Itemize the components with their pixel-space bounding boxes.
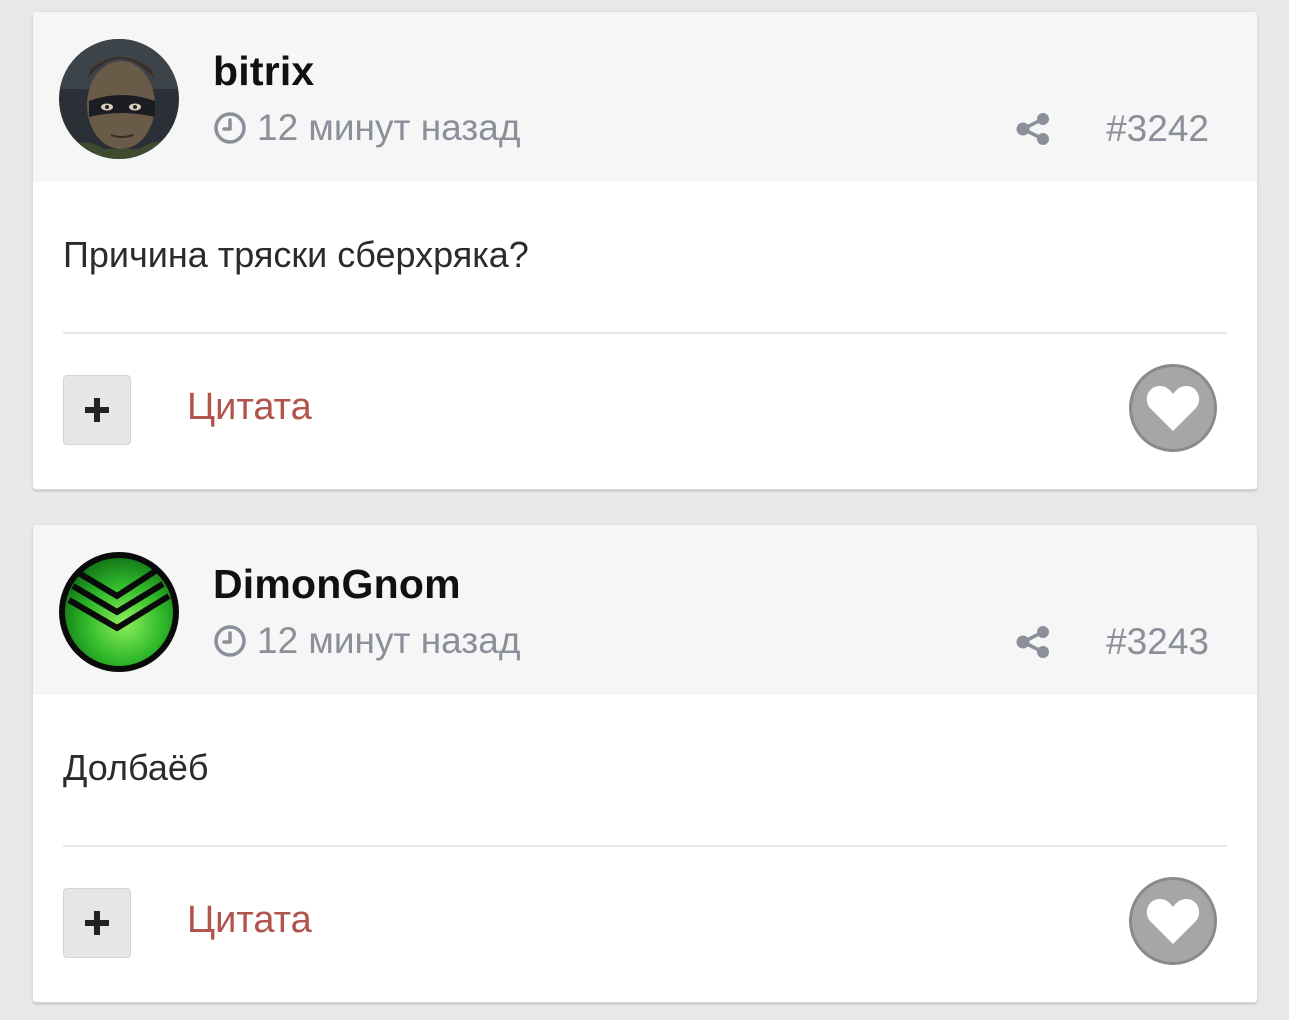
heart-icon — [1146, 898, 1200, 944]
like-button[interactable] — [1129, 364, 1217, 452]
post-time-text: 12 минут назад — [257, 107, 521, 148]
author-name[interactable]: DimonGnom — [213, 561, 461, 608]
post-time-text: 12 минут назад — [257, 620, 521, 661]
sberbank-logo-avatar-image — [59, 552, 179, 672]
post-footer: Цитата — [33, 334, 1257, 489]
quote-link[interactable]: Цитата — [187, 899, 312, 942]
plus-icon — [85, 398, 109, 422]
post-number-link[interactable]: #3243 — [1106, 621, 1209, 663]
post-time: 12 минут назад — [213, 620, 521, 661]
multiquote-button[interactable] — [63, 375, 131, 445]
post-header: bitrix 12 минут назад #3242 — [33, 12, 1257, 182]
avatar[interactable] — [59, 39, 179, 159]
share-icon[interactable] — [1015, 624, 1051, 660]
avatar[interactable] — [59, 552, 179, 672]
like-button[interactable] — [1129, 877, 1217, 965]
heart-icon — [1146, 385, 1200, 431]
clock-icon — [214, 112, 246, 144]
post-card: DimonGnom 12 минут назад #3243 Долбаёб Ц… — [33, 525, 1257, 1002]
post-number-link[interactable]: #3242 — [1106, 108, 1209, 150]
post-content: Долбаёб — [33, 695, 1257, 847]
post-text: Причина тряски сберхряка? — [63, 234, 529, 275]
plus-icon — [85, 911, 109, 935]
post-header: DimonGnom 12 минут назад #3243 — [33, 525, 1257, 695]
quote-link[interactable]: Цитата — [187, 386, 312, 429]
post-text: Долбаёб — [63, 747, 209, 788]
author-name[interactable]: bitrix — [213, 48, 314, 95]
multiquote-button[interactable] — [63, 888, 131, 958]
post-footer: Цитата — [33, 847, 1257, 1002]
share-icon[interactable] — [1015, 111, 1051, 147]
portrait-avatar-image — [59, 39, 179, 159]
post-card: bitrix 12 минут назад #3242 Причина тряс… — [33, 12, 1257, 489]
post-content: Причина тряски сберхряка? — [33, 182, 1257, 334]
clock-icon — [214, 625, 246, 657]
post-time: 12 минут назад — [213, 107, 521, 148]
